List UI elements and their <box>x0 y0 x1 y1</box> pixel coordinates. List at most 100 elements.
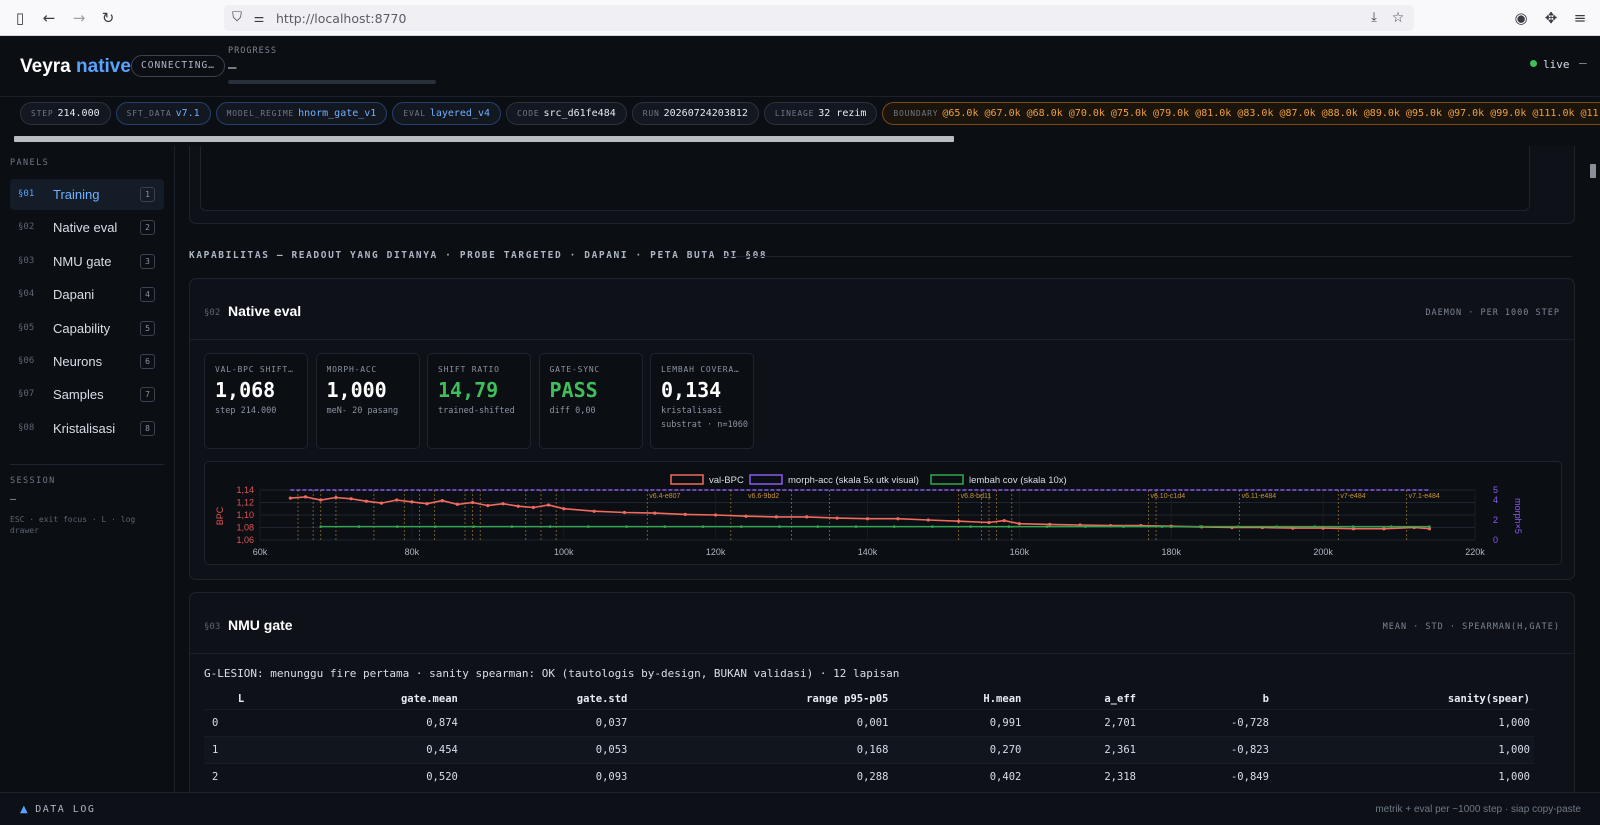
reload-icon[interactable]: ↻ <box>99 9 117 27</box>
sidebar-item-nmu-gate[interactable]: §03 NMU gate 3 <box>10 246 164 277</box>
data-point <box>471 500 475 505</box>
column-header[interactable]: H.mean <box>892 689 1025 709</box>
card-divider <box>190 653 1574 654</box>
data-point <box>653 511 657 515</box>
x-tick-label: 100k <box>554 547 574 557</box>
permissions-icon[interactable]: ⚌ <box>250 9 268 27</box>
x-tick-label: 200k <box>1313 547 1333 557</box>
chip-boundary[interactable]: BOUNDARY @65.0k @67.0k @68.0k @70.0k @75.… <box>882 102 1600 125</box>
account-icon[interactable]: ◉ <box>1512 9 1530 27</box>
table-cell: 2,318 <box>1025 762 1140 790</box>
url-text[interactable]: http://localhost:8770 <box>276 11 406 26</box>
chip-run[interactable]: RUN 20260724203812 <box>631 102 759 125</box>
stat-label: GATE-SYNC <box>549 365 601 374</box>
data-point <box>1382 527 1386 531</box>
data-point <box>592 509 596 513</box>
shield-icon[interactable]: ⛉ <box>228 9 246 27</box>
main-content: KAPABILITAS — READOUT YANG DITANYA · PRO… <box>176 146 1584 792</box>
stat-sub: trained-shifted <box>438 406 515 416</box>
chip-key: SFT_DATA <box>126 109 172 118</box>
stat-card: LEMBAH COVERA… 0,134 kristalisasi substrat… <box>650 353 754 449</box>
x-tick-label: 80k <box>405 547 420 557</box>
live-indicator: live <box>1530 58 1570 71</box>
sidebar-item-training[interactable]: §01 Training 1 <box>10 179 164 210</box>
chip-value: 214.000 <box>57 108 100 119</box>
y2-tick-label: 0 <box>1493 535 1498 545</box>
url-bar[interactable]: ⛉ ⚌ http://localhost:8770 ⤓ ☆ <box>224 5 1414 31</box>
card-meta: DAEMON · PER 1000 STEP <box>1425 308 1560 318</box>
chip-strip-scrollbar[interactable] <box>0 134 1600 144</box>
data-log-toggle[interactable]: ▲ DATA LOG <box>20 804 95 815</box>
chip-lineage[interactable]: LINEAGE 32 rezim <box>763 102 878 125</box>
header-more-button[interactable]: – <box>1579 56 1587 71</box>
chip-value: 32 rezim <box>818 108 867 119</box>
boundary-label: v6.6-9bd2 <box>748 493 779 500</box>
column-header[interactable]: b <box>1140 689 1273 709</box>
data-point <box>805 515 809 519</box>
sidebar-item-native-eval[interactable]: §02 Native eval 2 <box>10 212 164 243</box>
table-cell: 0,001 <box>631 708 893 736</box>
menu-icon[interactable]: ≡ <box>1571 9 1589 27</box>
chip-strip-scroll-thumb[interactable] <box>14 136 954 142</box>
table-cell: 0,520 <box>274 762 462 790</box>
chip-code[interactable]: CODE src_d61fe484 <box>506 102 627 125</box>
stat-card: MORPH-ACC 1,000 meN- 20 pasang <box>315 353 420 449</box>
column-header[interactable]: L <box>204 689 274 709</box>
bookmark-star-icon[interactable]: ☆ <box>1389 9 1407 27</box>
back-icon[interactable]: ← <box>40 9 58 27</box>
data-point <box>896 517 900 521</box>
data-point <box>501 502 505 506</box>
sidebar: PANELS §01 Training 1 §02 Native eval 2 §03 NMU… <box>0 146 175 792</box>
chip-eval[interactable]: EVAL layered_v4 <box>392 102 502 125</box>
column-header[interactable]: range p95-p05 <box>631 689 892 709</box>
table-cell: 2,701 <box>1025 708 1140 736</box>
sidebar-item-kristalisasi[interactable]: §08 Kristalisasi 8 <box>10 413 164 444</box>
data-point <box>1198 525 1202 528</box>
progress-value: — <box>228 60 237 76</box>
extensions-icon[interactable]: ✥ <box>1542 9 1560 27</box>
chip-value: 20260724203812 <box>663 108 748 119</box>
table-cell: 0,168 <box>631 735 893 763</box>
y-axis-label: BPC <box>215 506 225 525</box>
y-tick-label: 1,06 <box>236 535 254 545</box>
column-header[interactable]: a_eff <box>1025 689 1140 709</box>
main-scrollbar[interactable] <box>1586 146 1600 792</box>
y-tick-label: 1,14 <box>236 485 254 495</box>
stat-value: 1,068 <box>215 378 276 402</box>
column-header[interactable]: sanity(spear) <box>1273 689 1534 709</box>
chip-key: STEP <box>31 109 54 118</box>
chip-model-regime[interactable]: MODEL_REGIME hnorm_gate_v1 <box>215 102 388 125</box>
column-header[interactable]: gate.std <box>462 689 632 709</box>
sidebar-item-capability[interactable]: §05 Capability 5 <box>10 313 164 344</box>
data-point <box>1160 525 1164 528</box>
data-point <box>562 507 566 511</box>
shortcut-key: 1 <box>140 187 155 202</box>
column-header[interactable]: gate.mean <box>274 689 462 709</box>
data-point <box>510 525 514 528</box>
sidebar-item-label: Neurons <box>53 354 103 369</box>
y-tick-label: 1,12 <box>236 498 254 508</box>
chip-step[interactable]: STEP 214.000 <box>20 102 111 125</box>
main-scroll-thumb[interactable] <box>1590 164 1596 178</box>
sidebar-item-number: §01 <box>18 189 35 199</box>
chip-key: MODEL_REGIME <box>226 109 295 118</box>
y-tick-label: 1,10 <box>236 510 254 520</box>
chip-key: CODE <box>517 109 540 118</box>
stat-card: VAL-BPC SHIFT… 1,068 step 214.000 <box>204 353 308 449</box>
forward-icon[interactable]: → <box>70 9 88 27</box>
y2-tick-label: 2 <box>1493 515 1498 525</box>
table-cell: -0,728 <box>1139 708 1273 736</box>
data-point <box>987 520 991 525</box>
data-point <box>1084 525 1087 528</box>
sidebar-item-neurons[interactable]: §06 Neurons 6 <box>10 346 164 377</box>
training-chart-box <box>200 146 1530 211</box>
chip-sft-data[interactable]: SFT_DATA v7.1 <box>115 102 211 125</box>
data-point <box>334 495 338 500</box>
chip-row: STEP 214.000 SFT_DATA v7.1 MODEL_REGIME hnorm… <box>20 101 1600 125</box>
data-point <box>744 514 748 518</box>
sidebar-toggle-icon[interactable]: ▯ <box>11 9 29 27</box>
sidebar-item-dapani[interactable]: §04 Dapani 4 <box>10 279 164 310</box>
sidebar-item-samples[interactable]: §07 Samples 7 <box>10 379 164 410</box>
save-page-icon[interactable]: ⤓ <box>1365 9 1383 27</box>
brand-logo: Veyra native <box>20 56 131 78</box>
